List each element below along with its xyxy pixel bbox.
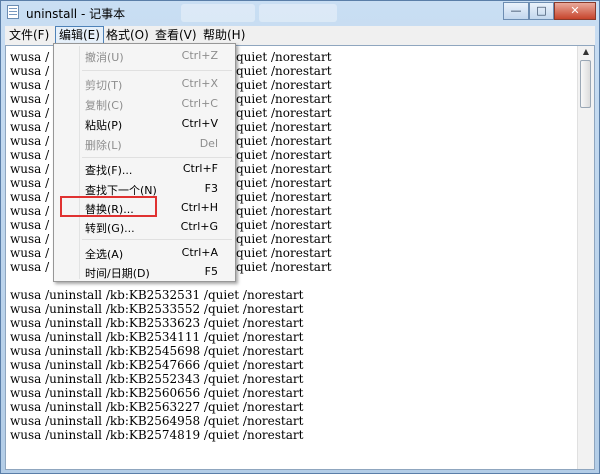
menu-item-label: 查找(F)...	[85, 164, 133, 177]
text-line: wusa /uninstall /kb:KB2534111 /quiet /no…	[10, 330, 304, 344]
menu-item-shortcut: Ctrl+X	[181, 77, 218, 90]
background-tab	[259, 4, 337, 22]
menu-item-label: 转到(G)...	[85, 222, 135, 235]
text-line-end: quiet /norestart	[236, 162, 332, 176]
title-bar[interactable]: uninstall - 记事本 — □ ✕	[1, 1, 599, 25]
text-line-end: quiet /norestart	[236, 50, 332, 64]
text-line: wusa /uninstall /kb:KB2545698 /quiet /no…	[10, 344, 304, 358]
scrollbar-thumb[interactable]	[580, 60, 591, 108]
text-line: wusa /uninstall /kb:KB2563227 /quiet /no…	[10, 400, 304, 414]
text-line: wusa /uninstall /kb:KB2532531 /quiet /no…	[10, 288, 304, 302]
text-line-start: wusa /	[10, 162, 50, 176]
text-line: wusa /uninstall /kb:KB2533552 /quiet /no…	[10, 302, 304, 316]
text-line-end: quiet /norestart	[236, 92, 332, 106]
background-tab	[181, 4, 255, 22]
menu-separator	[82, 157, 232, 158]
replace-highlight-box	[60, 196, 157, 217]
text-line-start: wusa /	[10, 218, 50, 232]
text-line-end: quiet /norestart	[236, 106, 332, 120]
menu-item-goto[interactable]: 转到(G)... Ctrl+G	[56, 217, 233, 237]
text-line-start: wusa /	[10, 190, 50, 204]
menu-item-copy[interactable]: 复制(C) Ctrl+C	[56, 94, 233, 114]
text-line-start: wusa /	[10, 134, 50, 148]
text-line: wusa /uninstall /kb:KB2560656 /quiet /no…	[10, 386, 304, 400]
notepad-icon	[7, 5, 19, 19]
menu-item-label: 复制(C)	[85, 99, 124, 112]
text-line: wusa /uninstall /kb:KB2552343 /quiet /no…	[10, 372, 304, 386]
menu-item-undo[interactable]: 撤消(U) Ctrl+Z	[56, 46, 233, 66]
text-line-end: quiet /norestart	[236, 190, 332, 204]
text-line-end: quiet /norestart	[236, 148, 332, 162]
vertical-scrollbar[interactable]: ▲	[577, 46, 594, 469]
maximize-button[interactable]: □	[529, 2, 554, 20]
menu-separator	[82, 239, 232, 240]
text-line-end: quiet /norestart	[236, 64, 332, 78]
menu-item-shortcut: F5	[204, 265, 218, 278]
menu-item-shortcut: Ctrl+F	[182, 162, 218, 175]
text-line-start: wusa /	[10, 176, 50, 190]
text-line-start: wusa /	[10, 78, 50, 92]
menu-item-find[interactable]: 查找(F)... Ctrl+F	[56, 159, 233, 179]
menu-item-time-date[interactable]: 时间/日期(D) F5	[56, 262, 233, 282]
text-line-start: wusa /	[10, 120, 50, 134]
menu-item-label: 时间/日期(D)	[85, 267, 150, 280]
text-line-end: quiet /norestart	[236, 218, 332, 232]
menu-item-delete[interactable]: 删除(L) Del	[56, 134, 233, 154]
menu-item-cut[interactable]: 剪切(T) Ctrl+X	[56, 74, 233, 94]
menu-item-shortcut: F3	[204, 182, 218, 195]
menu-item-select-all[interactable]: 全选(A) Ctrl+A	[56, 243, 233, 263]
menu-item-label: 剪切(T)	[85, 79, 123, 92]
menu-item-shortcut: Ctrl+G	[180, 220, 218, 233]
text-line-start: wusa /	[10, 246, 50, 260]
minimize-button[interactable]: —	[503, 2, 529, 20]
edit-menu-dropdown: 撤消(U) Ctrl+Z 剪切(T) Ctrl+X 复制(C) Ctrl+C 粘…	[53, 43, 236, 282]
menu-item-shortcut: Ctrl+A	[181, 246, 218, 259]
text-line: wusa /uninstall /kb:KB2564958 /quiet /no…	[10, 414, 304, 428]
window-title: uninstall - 记事本	[26, 7, 126, 21]
text-line: wusa /uninstall /kb:KB2547666 /quiet /no…	[10, 358, 304, 372]
menu-item-shortcut: Ctrl+Z	[181, 49, 218, 62]
notepad-window: uninstall - 记事本 — □ ✕ 文件(F) 编辑(E) 格式(O) …	[0, 0, 600, 474]
text-line-start: wusa /	[10, 92, 50, 106]
text-line-start: wusa /	[10, 64, 50, 78]
text-line-start: wusa /	[10, 232, 50, 246]
text-line: wusa /uninstall /kb:KB2574819 /quiet /no…	[10, 428, 304, 442]
text-line-end: quiet /norestart	[236, 78, 332, 92]
menu-item-shortcut: Del	[199, 137, 218, 150]
text-line-end: quiet /norestart	[236, 204, 332, 218]
text-line-start: wusa /	[10, 204, 50, 218]
menu-separator	[82, 70, 232, 71]
text-line-start: wusa /	[10, 50, 50, 64]
menu-file[interactable]: 文件(F)	[6, 26, 52, 45]
arrow-up-icon[interactable]: ▲	[580, 47, 592, 59]
text-line-start: wusa /	[10, 148, 50, 162]
text-line-end: quiet /norestart	[236, 134, 332, 148]
text-line-end: quiet /norestart	[236, 260, 332, 274]
menu-item-shortcut: Ctrl+H	[180, 201, 218, 214]
menu-item-label: 删除(L)	[85, 139, 122, 152]
menu-item-shortcut: Ctrl+C	[181, 97, 218, 110]
menu-item-label: 粘贴(P)	[85, 119, 123, 132]
menu-item-paste[interactable]: 粘贴(P) Ctrl+V	[56, 114, 233, 134]
text-line-end: quiet /norestart	[236, 246, 332, 260]
menu-item-label: 撤消(U)	[85, 51, 124, 64]
text-line-start: wusa /	[10, 260, 50, 274]
text-line: wusa /uninstall /kb:KB2533623 /quiet /no…	[10, 316, 304, 330]
menu-item-shortcut: Ctrl+V	[181, 117, 218, 130]
text-line-end: quiet /norestart	[236, 176, 332, 190]
text-line-end: quiet /norestart	[236, 232, 332, 246]
text-line-start: wusa /	[10, 106, 50, 120]
close-button[interactable]: ✕	[554, 2, 596, 20]
text-line-end: quiet /norestart	[236, 120, 332, 134]
menu-item-label: 全选(A)	[85, 248, 124, 261]
